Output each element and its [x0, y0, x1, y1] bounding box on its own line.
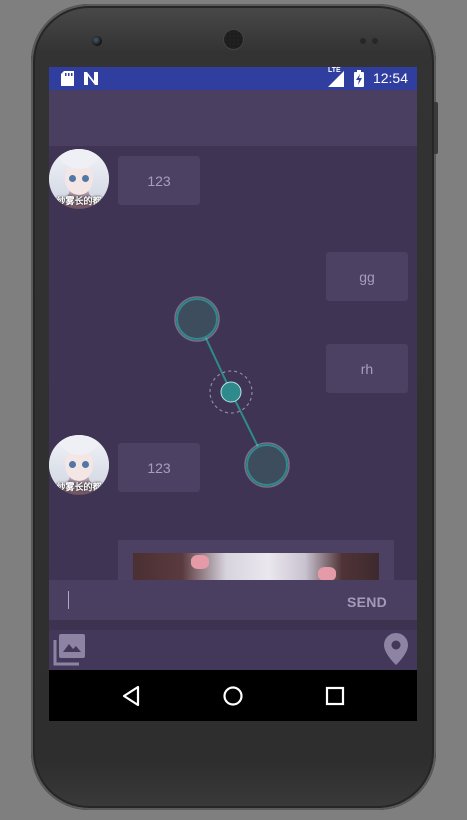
send-button[interactable]: SEND [329, 588, 405, 616]
front-camera [92, 36, 102, 46]
proximity-sensor [360, 38, 366, 44]
drag-start-handle[interactable] [176, 298, 218, 340]
power-button [434, 102, 438, 154]
drag-center-dot[interactable] [220, 381, 242, 403]
attachment-toolbar [49, 630, 417, 670]
system-nav-bar [49, 670, 417, 721]
gallery-icon[interactable] [53, 632, 87, 671]
back-icon[interactable] [119, 683, 145, 709]
drag-overlay[interactable] [49, 67, 417, 580]
location-pin-icon[interactable] [383, 632, 409, 671]
composer-gap [49, 620, 417, 630]
recents-icon[interactable] [322, 683, 348, 709]
home-icon[interactable] [220, 683, 246, 709]
drag-end-handle[interactable] [246, 444, 288, 486]
message-input[interactable] [63, 584, 317, 618]
earpiece-speaker [224, 30, 243, 49]
light-sensor [372, 38, 378, 44]
screen: LTE 12:54 纱雾长的都 123 gg rh 纱雾长的都 123 SEND [49, 67, 417, 721]
composer-bar: SEND [49, 580, 417, 620]
